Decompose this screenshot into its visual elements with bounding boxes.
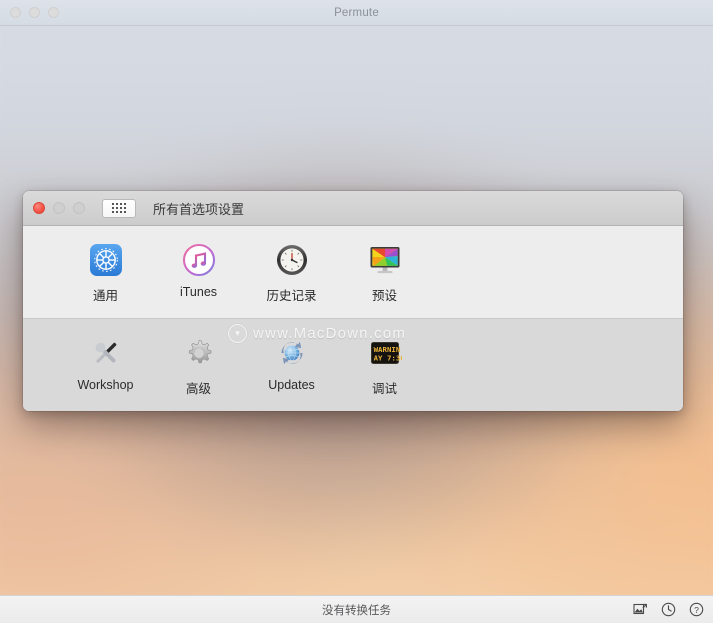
help-icon[interactable]: ? (688, 602, 704, 618)
preferences-row-1: 通用 iTunes 历史记录 预设 (23, 226, 683, 318)
pref-label: Workshop (77, 378, 134, 392)
pref-item-workshop[interactable]: Workshop (59, 335, 152, 397)
itunes-music-note-icon (181, 242, 217, 278)
preferences-titlebar: 所有首选项设置 (23, 191, 683, 226)
preferences-close-button[interactable] (33, 202, 45, 214)
pref-item-advanced[interactable]: 高级 (152, 335, 245, 397)
status-bar: 没有转换任务 ? (0, 595, 713, 623)
debug-console-icon: WARNIN AY 7:36 (367, 335, 403, 371)
preferences-body: 通用 iTunes 历史记录 预设 Workshop 高级 Updates WA… (23, 226, 683, 411)
pref-label: 通用 (92, 289, 118, 303)
pref-item-general[interactable]: 通用 (59, 242, 152, 304)
pref-item-history[interactable]: 历史记录 (245, 242, 338, 304)
pref-item-presets[interactable]: 预设 (338, 242, 431, 304)
svg-text:?: ? (694, 605, 699, 615)
pref-label: iTunes (179, 285, 218, 299)
status-message: 没有转换任务 (322, 604, 391, 617)
presets-display-icon (367, 242, 403, 278)
pref-label: 历史记录 (266, 289, 317, 303)
app-content-area: 所有首选项设置 通用 iTunes 历史记录 预设 Workshop 高级 Up… (0, 26, 713, 595)
preferences-row-2: Workshop 高级 Updates WARNIN AY 7:36 调试 (23, 319, 683, 411)
status-bar-actions: ? (632, 602, 704, 618)
pref-label: 预设 (371, 289, 397, 303)
preferences-title: 所有首选项设置 (153, 201, 245, 217)
general-gear-icon (88, 242, 124, 278)
app-title: Permute (334, 6, 379, 19)
preferences-minimize-button[interactable] (53, 202, 65, 214)
preferences-window: 所有首选项设置 通用 iTunes 历史记录 预设 Workshop 高级 Up… (23, 191, 683, 411)
pref-item-itunes[interactable]: iTunes (152, 242, 245, 304)
history-clock-icon (274, 242, 310, 278)
clock-icon[interactable] (660, 602, 676, 618)
pref-item-updates[interactable]: Updates (245, 335, 338, 397)
main-titlebar: Permute (0, 0, 713, 26)
advanced-gear-icon (181, 335, 217, 371)
pref-label: 高级 (185, 382, 211, 396)
pref-item-debug[interactable]: WARNIN AY 7:36 调试 (338, 335, 431, 397)
preferences-traffic-lights (33, 202, 85, 214)
pref-label: 调试 (371, 382, 397, 396)
debug-icon-line2: AY 7:36 (373, 353, 401, 362)
grid-icon (112, 203, 126, 213)
image-preset-icon[interactable] (632, 602, 648, 618)
show-all-preferences-button[interactable] (102, 198, 136, 218)
pref-label: Updates (268, 378, 315, 392)
workshop-tools-icon (88, 335, 124, 371)
preferences-zoom-button[interactable] (73, 202, 85, 214)
permute-main-window: Permute 所有首选项设置 通用 iTunes 历史记录 预设 Worksh… (0, 0, 713, 623)
updates-globe-icon (274, 335, 310, 371)
